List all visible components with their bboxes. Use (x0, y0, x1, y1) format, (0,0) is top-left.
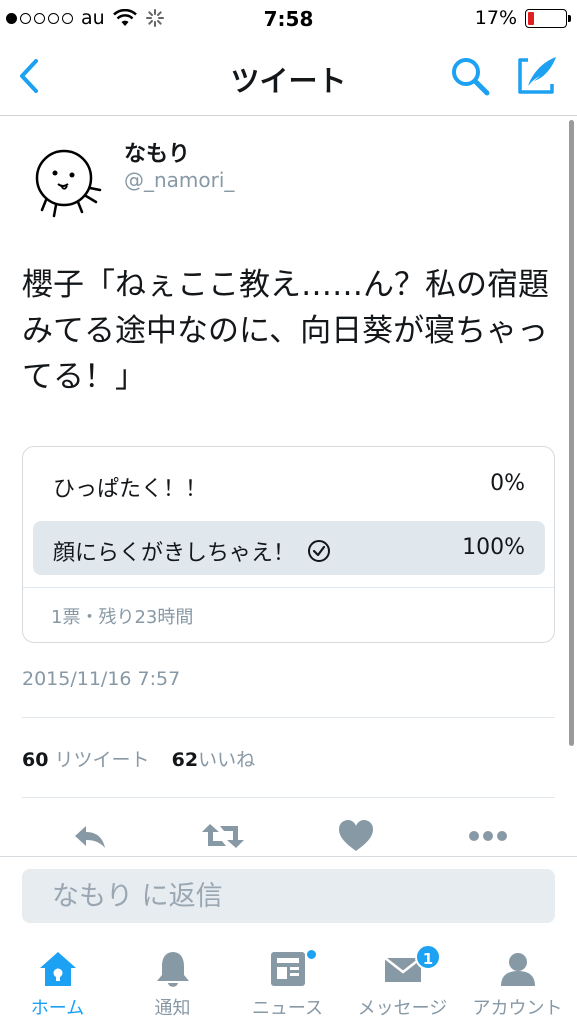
tweet-text: 櫻子「ねぇここ教え……ん？私の宿題みてる途中なのに、向日葵が寝ちゃってる！」 (22, 267, 549, 395)
heart-icon[interactable] (336, 818, 376, 854)
battery-icon (525, 8, 571, 28)
home-icon (40, 952, 76, 986)
check-circle-icon (308, 540, 331, 562)
reply-bar (0, 856, 577, 934)
reply-icon[interactable] (70, 818, 110, 854)
divider (22, 797, 555, 798)
divider (22, 717, 555, 718)
reply-input[interactable] (22, 869, 555, 923)
avatar[interactable] (28, 140, 104, 220)
person-icon (501, 953, 535, 986)
navigation-bar: ツイート (0, 38, 577, 116)
retweet-icon[interactable] (200, 818, 246, 854)
author-handle[interactable]: @_namori_ (124, 168, 234, 192)
poll-card: ひっぱたく！！ 0% 顔にらくがきしちゃえ！ 100% 1票・残り23時間 (22, 446, 555, 643)
like-label[interactable]: いいね (198, 749, 255, 771)
poll-option-percent: 0% (490, 471, 525, 496)
news-icon (271, 952, 305, 986)
retweet-label[interactable]: リツイート (55, 749, 150, 771)
status-bar: au 7:58 17% (0, 0, 577, 38)
scrollbar[interactable] (569, 120, 574, 746)
more-icon[interactable] (466, 818, 510, 854)
tab-bar: ホーム 通知 ニュース 1 メッセージ アカウント (0, 934, 577, 1024)
poll-option-label: ひっぱたく！！ (53, 477, 208, 502)
news-dot-badge (305, 948, 318, 961)
tweet-timestamp: 2015/11/16 7:57 (22, 668, 181, 690)
poll-option-label: 顔にらくがきしちゃえ！ (53, 541, 296, 566)
tab-messages[interactable]: 1 メッセージ (345, 934, 460, 1024)
battery-percent: 17% (474, 7, 517, 29)
search-icon[interactable] (448, 54, 492, 98)
poll-option-selected: 顔にらくがきしちゃえ！ 100% (33, 521, 545, 575)
compose-icon[interactable] (514, 52, 560, 98)
poll-option: ひっぱたく！！ 0% (33, 457, 545, 511)
message-count-badge: 1 (415, 944, 441, 970)
author-name[interactable]: なもり (124, 136, 190, 168)
tweet-stats: 60 リツイート 62いいね (22, 745, 255, 772)
bell-icon (157, 952, 189, 987)
poll-meta: 1票・残り23時間 (51, 607, 194, 628)
like-count[interactable]: 62 (172, 749, 198, 771)
poll-divider (23, 587, 554, 588)
tab-news[interactable]: ニュース (230, 934, 345, 1024)
tab-notifications[interactable]: 通知 (115, 934, 230, 1024)
poll-option-percent: 100% (462, 535, 525, 560)
retweet-count[interactable]: 60 (22, 749, 48, 771)
tab-label: アカウント (472, 998, 563, 1019)
tab-account[interactable]: アカウント (460, 934, 575, 1024)
tab-home[interactable]: ホーム (0, 934, 115, 1024)
